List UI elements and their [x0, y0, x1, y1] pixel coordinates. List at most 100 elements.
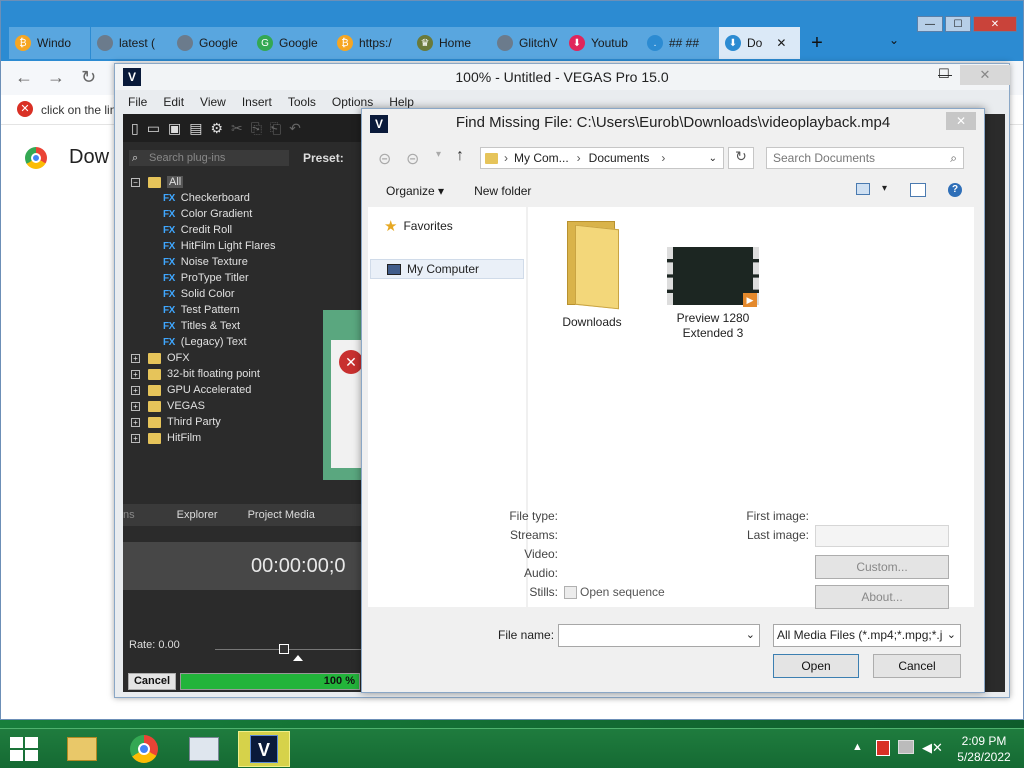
maximize-button[interactable]: ☐: [945, 16, 971, 32]
preview-pane-icon[interactable]: [910, 183, 926, 197]
chrome-taskbar-button[interactable]: [118, 731, 170, 767]
minimize-button[interactable]: —: [917, 16, 943, 32]
plugin-folder[interactable]: + HitFilm: [131, 430, 201, 446]
search-documents-input[interactable]: Search Documents ⌕: [766, 147, 964, 169]
chevron-down-icon[interactable]: ⌄: [746, 628, 755, 641]
clock-date[interactable]: 5/28/2022: [952, 750, 1016, 764]
dialog-close-button[interactable]: ✕: [946, 112, 976, 130]
tab-project-media[interactable]: Project Media: [248, 509, 315, 521]
expand-icon[interactable]: +: [131, 417, 140, 427]
menu-item[interactable]: File: [128, 95, 147, 109]
browser-tab[interactable]: . ## ##: [641, 27, 723, 59]
expand-icon[interactable]: +: [131, 353, 140, 363]
nav-item-my-computer[interactable]: My Computer: [370, 259, 524, 279]
clock-time[interactable]: 2:09 PM: [956, 734, 1012, 748]
copy-icon[interactable]: ⎘: [251, 120, 262, 137]
plugin-folder[interactable]: + GPU Accelerated: [131, 382, 251, 398]
save-icon[interactable]: ▣: [168, 120, 181, 137]
menu-item[interactable]: Insert: [242, 95, 272, 109]
nav-item-favorites[interactable]: ★ Favorites: [384, 217, 453, 235]
breadcrumb-documents[interactable]: Documents: [589, 151, 650, 165]
plugin-item[interactable]: FX Solid Color: [163, 286, 235, 302]
cut-icon[interactable]: ✂: [231, 120, 243, 137]
reload-button[interactable]: ↻: [81, 67, 96, 88]
plugin-folder[interactable]: + VEGAS: [131, 398, 205, 414]
new-tab-button[interactable]: +: [801, 27, 833, 59]
file-name-input[interactable]: ⌄: [558, 624, 760, 647]
up-button[interactable]: ↑: [456, 147, 464, 165]
browser-tab[interactable]: ♛ Home: [411, 27, 493, 59]
custom-button[interactable]: Custom...: [815, 555, 949, 579]
menu-item[interactable]: View: [200, 95, 226, 109]
plugin-item[interactable]: FX Noise Texture: [163, 254, 248, 270]
undo-icon[interactable]: ↶: [289, 120, 301, 137]
plugin-item[interactable]: FX Titles & Text: [163, 318, 240, 334]
plugin-item[interactable]: FX (Legacy) Text: [163, 334, 247, 350]
recent-dropdown-icon[interactable]: ▾: [436, 149, 441, 160]
expand-icon[interactable]: +: [131, 369, 140, 379]
file-item-downloads[interactable]: Downloads: [542, 217, 642, 337]
start-button[interactable]: [10, 737, 38, 761]
expand-icon[interactable]: +: [131, 401, 140, 411]
browser-tab[interactable]: ₿ Windo: [9, 27, 91, 59]
plugin-item[interactable]: FX Test Pattern: [163, 302, 239, 318]
network-icon[interactable]: [898, 740, 914, 754]
file-explorer-taskbar-button[interactable]: [56, 731, 108, 767]
new-folder-button[interactable]: New folder: [474, 184, 531, 198]
forward-button[interactable]: →: [47, 67, 65, 88]
menu-item[interactable]: Tools: [288, 95, 316, 109]
breadcrumb-my-computer[interactable]: My Com...: [514, 151, 569, 165]
plugin-item[interactable]: FX Color Gradient: [163, 206, 252, 222]
tab-transitions[interactable]: ns: [123, 509, 135, 521]
help-icon[interactable]: ?: [948, 183, 962, 197]
tab-explorer[interactable]: Explorer: [177, 509, 218, 521]
back-button[interactable]: ←: [15, 67, 33, 88]
plugin-item[interactable]: FX Credit Roll: [163, 222, 232, 238]
close-button[interactable]: ✕: [973, 16, 1017, 32]
plugin-item[interactable]: FX HitFilm Light Flares: [163, 238, 276, 254]
chevron-down-icon[interactable]: ▾: [882, 183, 887, 194]
expand-icon[interactable]: +: [131, 385, 140, 395]
vegas-maximize-button[interactable]: ☐: [938, 66, 954, 82]
tree-root-all[interactable]: − All: [131, 174, 184, 190]
browser-tab[interactable]: ₿ https:/: [331, 27, 413, 59]
file-item-preview-video[interactable]: ▶ Preview 1280 Extended 3: [658, 247, 768, 347]
organize-button[interactable]: Organize ▾: [386, 184, 444, 198]
address-bar[interactable]: › My Com... › Documents › ⌄: [480, 147, 724, 169]
tab-search-button[interactable]: ⌄: [881, 33, 907, 53]
expand-icon[interactable]: +: [131, 433, 140, 443]
plugin-item[interactable]: FX Checkerboard: [163, 190, 250, 206]
menu-item[interactable]: Options: [332, 95, 373, 109]
new-icon[interactable]: ▯: [131, 120, 139, 137]
close-tab-icon[interactable]: ✕: [776, 36, 786, 50]
rate-slider-thumb[interactable]: [279, 644, 289, 654]
view-options-icon[interactable]: [856, 183, 870, 195]
browser-tab[interactable]: Google: [171, 27, 253, 59]
plugin-folder[interactable]: +32-bit floating point: [131, 366, 260, 382]
plugin-item[interactable]: FX ProType Titler: [163, 270, 249, 286]
open-icon[interactable]: ▭: [147, 120, 160, 137]
browser-tab[interactable]: latest (: [91, 27, 173, 59]
paste-icon[interactable]: ⎗: [270, 120, 281, 137]
back-button[interactable]: ⊝: [378, 149, 391, 169]
forward-button[interactable]: ⊝: [406, 149, 419, 169]
collapse-icon[interactable]: −: [131, 177, 140, 187]
refresh-button[interactable]: ↻: [728, 147, 754, 169]
vegas-close-button[interactable]: ✕: [960, 65, 1010, 85]
browser-tab[interactable]: GlitchV: [491, 27, 573, 59]
plugin-folder[interactable]: + Third Party: [131, 414, 221, 430]
about-button[interactable]: About...: [815, 585, 949, 609]
settings-icon[interactable]: ⚙: [210, 120, 223, 137]
render-cancel-button[interactable]: Cancel: [128, 673, 176, 690]
browser-tab[interactable]: ⬇ Do ✕: [719, 27, 801, 59]
open-sequence-checkbox[interactable]: [564, 586, 577, 599]
menu-item[interactable]: Help: [389, 95, 414, 109]
task-manager-taskbar-button[interactable]: [178, 731, 230, 767]
file-type-filter-select[interactable]: All Media Files (*.mp4;*.mpg;*.j ⌄: [773, 624, 961, 647]
action-center-icon[interactable]: [876, 740, 890, 756]
render-icon[interactable]: ▤: [189, 120, 202, 137]
plugin-folder[interactable]: + OFX: [131, 350, 190, 366]
chevron-down-icon[interactable]: ⌄: [709, 153, 717, 164]
volume-muted-icon[interactable]: ◀✕: [922, 740, 943, 756]
browser-tab[interactable]: ⬇ Youtub: [563, 27, 645, 59]
